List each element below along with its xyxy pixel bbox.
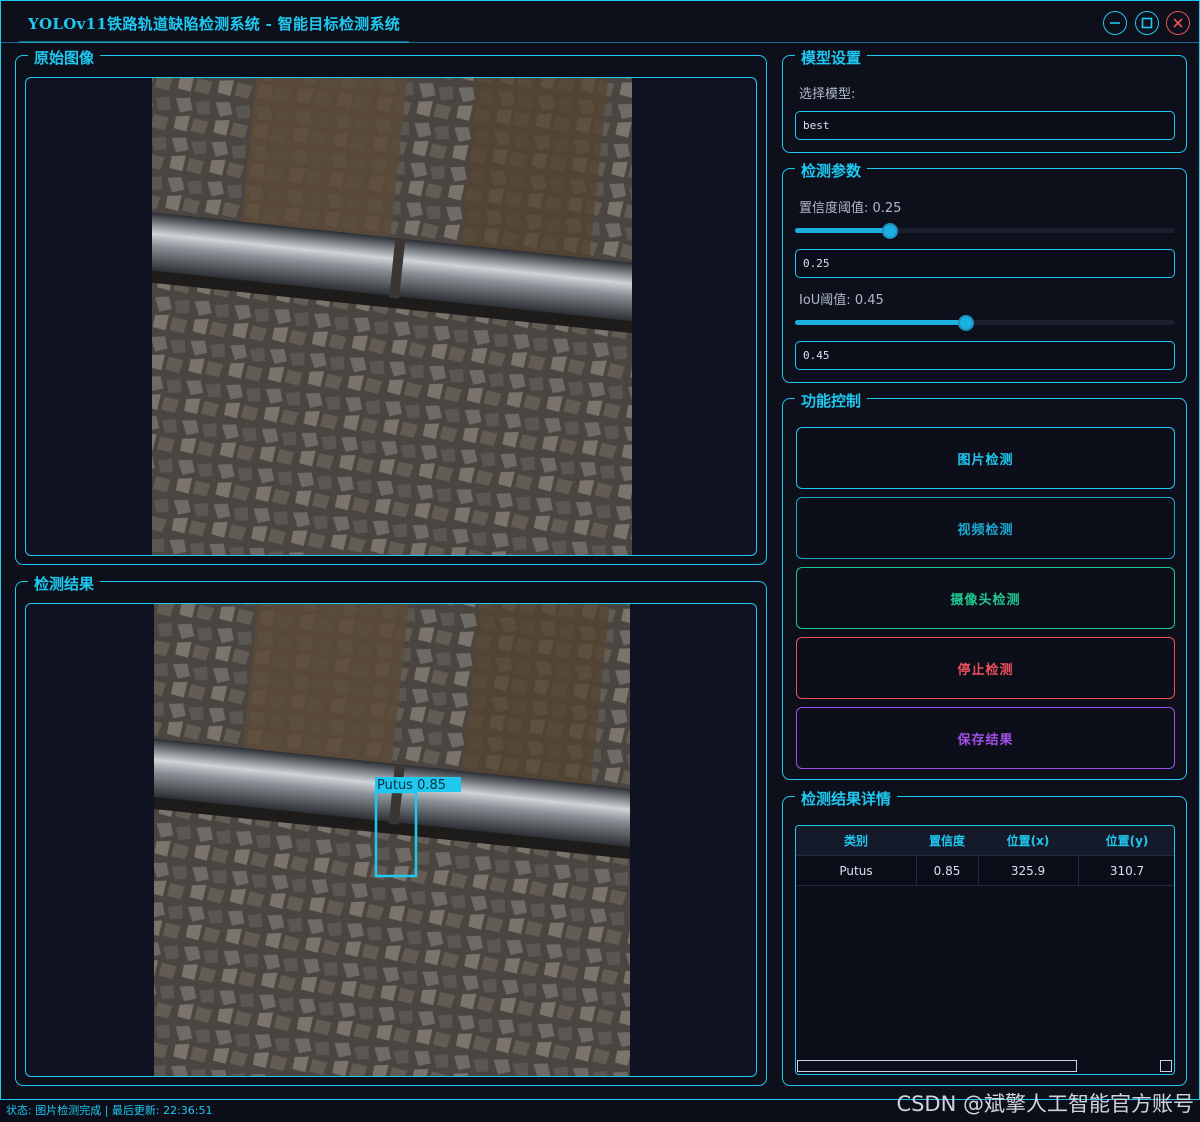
detection-params-group: 检测参数 置信度阈值: 0.25 0.25 IoU阈值: 0.45 0.45 [782, 160, 1187, 383]
iou-slider-handle[interactable] [958, 315, 974, 331]
detection-result-group: 检测结果 Putus 0.85 [15, 573, 767, 1086]
cell-confidence: 0.85 [933, 864, 961, 878]
original-image-group: 原始图像 [15, 47, 767, 565]
original-image [152, 78, 632, 555]
function-control-title: 功能控制 [795, 390, 868, 411]
model-select[interactable]: best [795, 111, 1175, 140]
title-underline [19, 41, 409, 43]
result-details-group: 检测结果详情 类别 置信度 位置(x) 位置(y) Putus 0.85 325… [782, 788, 1187, 1086]
conf-threshold-slider[interactable] [795, 223, 1175, 239]
maximize-icon [1141, 17, 1153, 29]
close-icon [1173, 18, 1183, 28]
column-header-y[interactable]: 位置(y) [1078, 826, 1174, 856]
horizontal-scrollbar[interactable] [797, 1060, 1077, 1072]
scroll-corner [1160, 1060, 1172, 1072]
function-control-group: 功能控制 图片检测 视频检测 摄像头检测 停止检测 保存结果 [782, 390, 1187, 780]
video-detect-button[interactable]: 视频检测 [796, 497, 1175, 559]
model-settings-group: 模型设置 选择模型: best [782, 47, 1187, 153]
table-header: 类别 置信度 位置(x) 位置(y) [796, 826, 1174, 856]
title-bar: YOLOv11铁路轨道缺陷检测系统 - 智能目标检测系统 [1, 1, 1199, 43]
app-window: YOLOv11铁路轨道缺陷检测系统 - 智能目标检测系统 原始图像 检测结果 P… [0, 0, 1200, 1100]
model-select-label: 选择模型: [799, 87, 856, 102]
original-image-title: 原始图像 [28, 47, 101, 68]
model-settings-title: 模型设置 [795, 47, 868, 68]
detection-result-title: 检测结果 [28, 573, 101, 594]
minimize-icon [1110, 22, 1120, 24]
camera-detect-button[interactable]: 摄像头检测 [796, 567, 1175, 629]
conf-slider-handle[interactable] [882, 223, 898, 239]
detection-result-image: Putus 0.85 [154, 604, 630, 1076]
cell-x: 325.9 [1010, 864, 1046, 878]
original-image-frame [25, 77, 757, 556]
stop-detect-button[interactable]: 停止检测 [796, 637, 1175, 699]
conf-threshold-input[interactable]: 0.25 [795, 249, 1175, 278]
maximize-button[interactable] [1135, 11, 1159, 35]
iou-threshold-slider[interactable] [795, 315, 1175, 331]
result-details-title: 检测结果详情 [795, 788, 898, 809]
image-detect-button[interactable]: 图片检测 [796, 427, 1175, 489]
conf-threshold-label: 置信度阈值: 0.25 [799, 201, 902, 216]
iou-threshold-label: IoU阈值: 0.45 [799, 293, 884, 308]
detection-label: Putus 0.85 [377, 778, 446, 793]
iou-slider-fill [795, 320, 966, 325]
minimize-button[interactable] [1103, 11, 1127, 35]
cell-y: 310.7 [1109, 864, 1145, 878]
column-header-class[interactable]: 类别 [796, 826, 916, 856]
close-button[interactable] [1166, 11, 1190, 35]
watermark: CSDN @斌擎人工智能官方账号 [896, 1092, 1194, 1116]
detection-result-frame: Putus 0.85 [25, 603, 757, 1077]
column-header-confidence[interactable]: 置信度 [916, 826, 978, 856]
column-header-x[interactable]: 位置(x) [978, 826, 1078, 856]
cell-class: Putus [839, 864, 873, 878]
window-title: YOLOv11铁路轨道缺陷检测系统 - 智能目标检测系统 [28, 15, 401, 33]
results-table: 类别 置信度 位置(x) 位置(y) Putus 0.85 325.9 310.… [795, 825, 1175, 1075]
conf-slider-fill [795, 228, 890, 233]
detection-params-title: 检测参数 [795, 160, 868, 181]
table-row[interactable]: Putus 0.85 325.9 310.7 [796, 856, 1174, 886]
save-result-button[interactable]: 保存结果 [796, 707, 1175, 769]
iou-threshold-input[interactable]: 0.45 [795, 341, 1175, 370]
